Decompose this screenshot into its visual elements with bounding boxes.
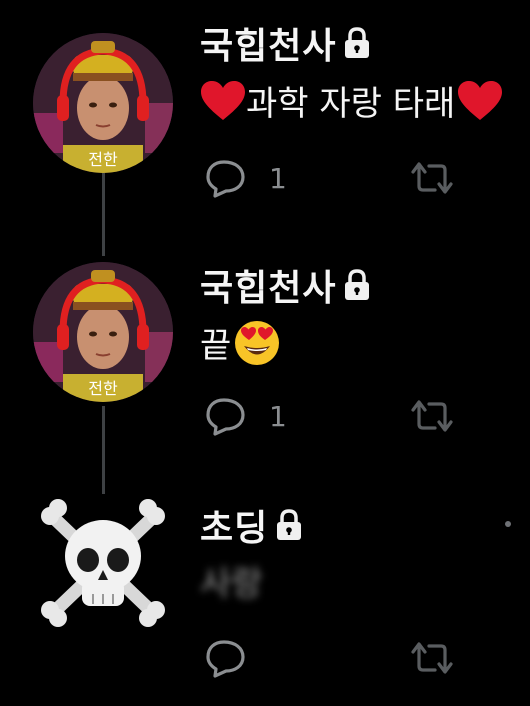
lock-icon	[345, 269, 370, 300]
thread-connector-line	[102, 172, 105, 256]
avatar-caption: 전한	[88, 379, 118, 398]
tweet-text: 과학 자랑 타래	[200, 76, 503, 125]
tweet-header: 초딩	[200, 500, 304, 550]
tweet-text: 사랑	[200, 556, 263, 605]
red-heart-emoji	[458, 80, 503, 120]
avatar[interactable]: 전한	[33, 262, 173, 402]
reply-icon[interactable]	[205, 396, 247, 436]
retweet-icon[interactable]	[407, 396, 457, 436]
retweet-icon[interactable]	[407, 158, 457, 198]
lock-icon	[277, 509, 302, 540]
avatar[interactable]: 전한	[33, 33, 173, 173]
lock-icon	[345, 27, 370, 58]
reply-icon[interactable]	[205, 638, 247, 678]
tweet-body: 끝	[200, 326, 232, 366]
retweet-icon[interactable]	[407, 638, 457, 678]
author-name[interactable]: 국힙천사	[200, 259, 336, 311]
skull-and-crossbones-emoji[interactable]	[38, 498, 168, 628]
thread-connector-line	[102, 406, 105, 494]
reply-count: 1	[269, 161, 287, 195]
author-name[interactable]: 초딩	[200, 499, 268, 551]
reply-icon[interactable]	[205, 158, 247, 198]
tweet-header: 국힙천사	[200, 18, 372, 68]
avatar-caption: 전한	[88, 150, 118, 169]
tweet-body-blurred: 사랑	[200, 564, 263, 604]
reply-count: 1	[269, 399, 287, 433]
more-options-dot[interactable]	[505, 521, 511, 527]
tweet-body: 과학 자랑 타래	[246, 84, 456, 124]
heart-eyes-emoji	[235, 320, 280, 365]
tweet-actions: 1	[205, 158, 457, 198]
tweet-header: 국힙천사	[200, 260, 372, 310]
tweet-actions: 1	[205, 396, 457, 436]
tweet-actions	[205, 638, 457, 678]
red-heart-emoji	[201, 80, 245, 120]
tweet-text: 끝	[200, 318, 281, 367]
author-name[interactable]: 국힙천사	[200, 17, 336, 69]
